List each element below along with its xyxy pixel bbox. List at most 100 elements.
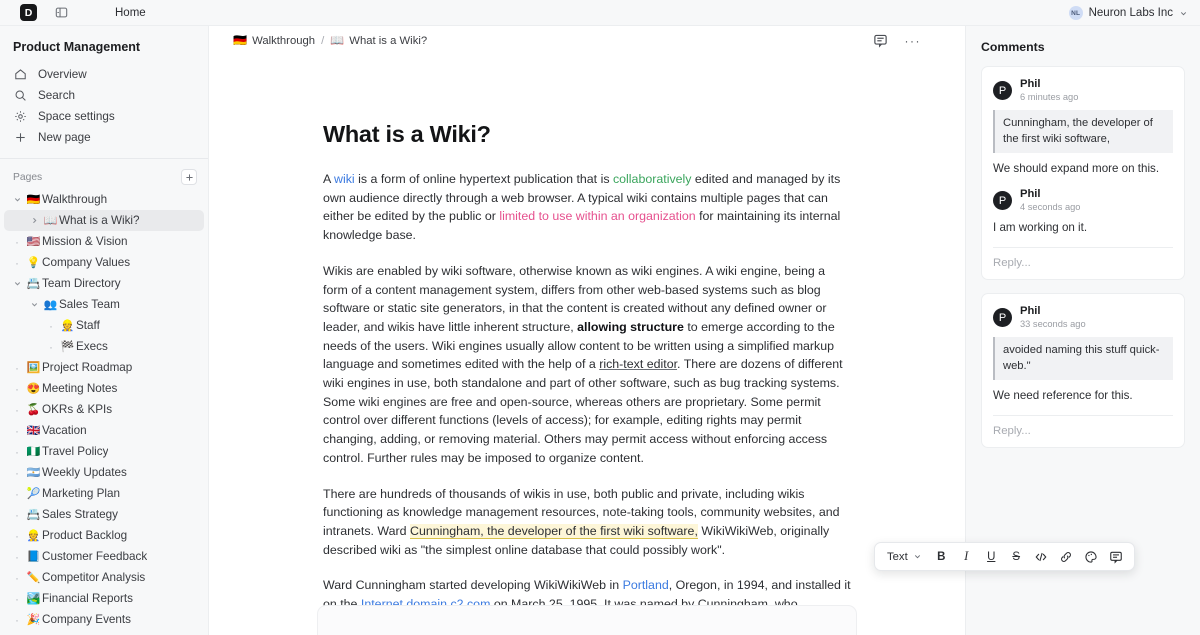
add-page-button[interactable]	[181, 169, 197, 185]
comment-author-row: PPhil6 minutes ago	[993, 78, 1173, 103]
tree-item-company-values[interactable]: ·💡Company Values	[4, 252, 204, 273]
text-bold: allowing structure	[577, 320, 684, 334]
tree-item-sales-strategy[interactable]: ·📇Sales Strategy	[4, 504, 204, 525]
underline-button[interactable]: U	[980, 546, 1003, 567]
comment-reply-input[interactable]: Reply...	[993, 415, 1173, 447]
tree-item-customer-feedback[interactable]: ·📘Customer Feedback	[4, 546, 204, 567]
pages-label: Pages	[13, 172, 42, 183]
tree-item-emoji: 🍒	[25, 403, 42, 416]
chevron-down-icon[interactable]	[9, 195, 25, 204]
tree-item-staff[interactable]: ·👷Staff	[4, 315, 204, 336]
tree-item-what-is-a-wiki[interactable]: 📖What is a Wiki?	[4, 210, 204, 231]
bottom-card	[317, 605, 857, 635]
sidebar-item-label: Space settings	[38, 110, 115, 123]
comment-timestamp: 33 seconds ago	[1020, 318, 1086, 330]
comment-quoted-text: avoided naming this stuff quick-web."	[993, 337, 1173, 380]
chevron-down-icon[interactable]	[9, 279, 25, 288]
chevron-down-icon[interactable]	[26, 300, 42, 309]
tree-item-execs[interactable]: ·🏁Execs	[4, 336, 204, 357]
tree-item-financial-reports[interactable]: ·🏞️Financial Reports	[4, 588, 204, 609]
tree-item-label: Sales Team	[59, 298, 120, 311]
tree-item-emoji: 🎾	[25, 487, 42, 500]
text-run: . There are dozens of different wiki eng…	[323, 357, 843, 465]
code-button[interactable]	[1030, 546, 1053, 567]
tree-item-emoji: 🖼️	[25, 361, 42, 374]
breadcrumb-parent[interactable]: 🇩🇪 Walkthrough	[233, 34, 315, 47]
breadcrumb-current-emoji: 📖	[330, 34, 344, 47]
bullet-dot-icon: ·	[9, 383, 25, 395]
bullet-dot-icon: ·	[9, 530, 25, 542]
tree-item-sales-team[interactable]: 👥Sales Team	[4, 294, 204, 315]
comment-thread[interactable]: PPhil33 seconds ago avoided naming this s…	[981, 293, 1185, 448]
strikethrough-button[interactable]: S	[1005, 546, 1028, 567]
tree-item-emoji: 😍	[25, 382, 42, 395]
sidebar-item-search[interactable]: Search	[0, 85, 208, 106]
comment-author-row: PPhil33 seconds ago	[993, 305, 1173, 330]
page-header-actions: ···	[873, 26, 922, 55]
tree-item-walkthrough[interactable]: 🇩🇪Walkthrough	[4, 189, 204, 210]
tree-item-emoji: 🇳🇬	[25, 445, 42, 458]
search-icon	[13, 89, 27, 103]
tree-item-emoji: 💡	[25, 256, 42, 269]
comment-anchor-highlight[interactable]: Cunningham, the developer of the first w…	[410, 524, 698, 539]
home-link[interactable]: Home	[115, 7, 146, 19]
tree-item-competitor-analysis[interactable]: ·✏️Competitor Analysis	[4, 567, 204, 588]
org-switcher[interactable]: NL Neuron Labs Inc	[1069, 0, 1188, 26]
page-more-menu[interactable]: ···	[905, 35, 922, 47]
sidebar-toggle-icon[interactable]	[51, 3, 71, 23]
bullet-dot-icon: ·	[9, 551, 25, 563]
chevron-down-icon	[913, 552, 922, 561]
tree-item-emoji: 🎉	[25, 613, 42, 626]
tree-item-company-events[interactable]: ·🎉Company Events	[4, 609, 204, 630]
tree-item-label: Competitor Analysis	[42, 571, 145, 584]
breadcrumb-current[interactable]: 📖 What is a Wiki?	[330, 34, 427, 47]
tree-item-vacation[interactable]: ·🇬🇧Vacation	[4, 420, 204, 441]
comment-thread[interactable]: PPhil6 minutes ago Cunningham, the develo…	[981, 66, 1185, 280]
bold-button[interactable]: B	[930, 546, 953, 567]
tree-item-weekly-updates[interactable]: ·🇦🇷Weekly Updates	[4, 462, 204, 483]
tree-item-emoji: 🇺🇸	[25, 235, 42, 248]
tree-item-mission-vision[interactable]: ·🇺🇸Mission & Vision	[4, 231, 204, 252]
comment-author-row: PPhil4 seconds ago	[993, 188, 1173, 213]
text-style-dropdown[interactable]: Text	[881, 546, 928, 567]
link-button[interactable]	[1055, 546, 1078, 567]
paragraph-1: A wiki is a form of online hypertext pub…	[323, 170, 851, 245]
text-colored-pink: limited to use within an organization	[499, 209, 695, 223]
link-wiki[interactable]: wiki	[334, 172, 355, 186]
comment-timestamp: 4 seconds ago	[1020, 201, 1080, 213]
comment-reply-input[interactable]: Reply...	[993, 247, 1173, 279]
tree-item-marketing-plan[interactable]: ·🎾Marketing Plan	[4, 483, 204, 504]
tree-item-label: Weekly Updates	[42, 466, 127, 479]
sidebar-item-space-settings[interactable]: Space settings	[0, 106, 208, 127]
text-style-label: Text	[887, 551, 908, 563]
tree-item-label: Project Roadmap	[42, 361, 132, 374]
tree-item-okrs-kpis[interactable]: ·🍒OKRs & KPIs	[4, 399, 204, 420]
comment-timestamp: 6 minutes ago	[1020, 91, 1078, 103]
plus-icon	[13, 131, 27, 145]
chevron-right-icon[interactable]	[26, 216, 42, 225]
comment-button[interactable]	[1105, 546, 1128, 567]
color-button[interactable]	[1080, 546, 1103, 567]
tree-item-project-roadmap[interactable]: ·🖼️Project Roadmap	[4, 357, 204, 378]
tree-item-meeting-notes[interactable]: ·😍Meeting Notes	[4, 378, 204, 399]
comment-icon[interactable]	[873, 33, 889, 49]
comment-threads: PPhil6 minutes ago Cunningham, the develo…	[981, 66, 1185, 448]
app-logo[interactable]: D	[20, 4, 37, 21]
bullet-dot-icon: ·	[9, 488, 25, 500]
tree-item-label: Meeting Notes	[42, 382, 117, 395]
breadcrumb-current-label: What is a Wiki?	[349, 35, 427, 47]
italic-button[interactable]: I	[955, 546, 978, 567]
tree-item-product-backlog[interactable]: ·👷Product Backlog	[4, 525, 204, 546]
tree-item-travel-policy[interactable]: ·🇳🇬Travel Policy	[4, 441, 204, 462]
bullet-dot-icon: ·	[9, 509, 25, 521]
comment-quoted-text: Cunningham, the developer of the first w…	[993, 110, 1173, 153]
document-scroll[interactable]: What is a Wiki? A wiki is a form of onli…	[209, 55, 965, 635]
sidebar-item-overview[interactable]: Overview	[0, 64, 208, 85]
tree-item-emoji: 👷	[25, 529, 42, 542]
sidebar-item-new-page[interactable]: New page	[0, 127, 208, 148]
top-bar: D Home NL Neuron Labs Inc	[0, 0, 1200, 26]
tree-item-team-directory[interactable]: 📇Team Directory	[4, 273, 204, 294]
breadcrumb: 🇩🇪 Walkthrough / 📖 What is a Wiki?	[233, 34, 427, 47]
link-portland[interactable]: Portland	[623, 578, 669, 592]
tree-item-label: OKRs & KPIs	[42, 403, 112, 416]
